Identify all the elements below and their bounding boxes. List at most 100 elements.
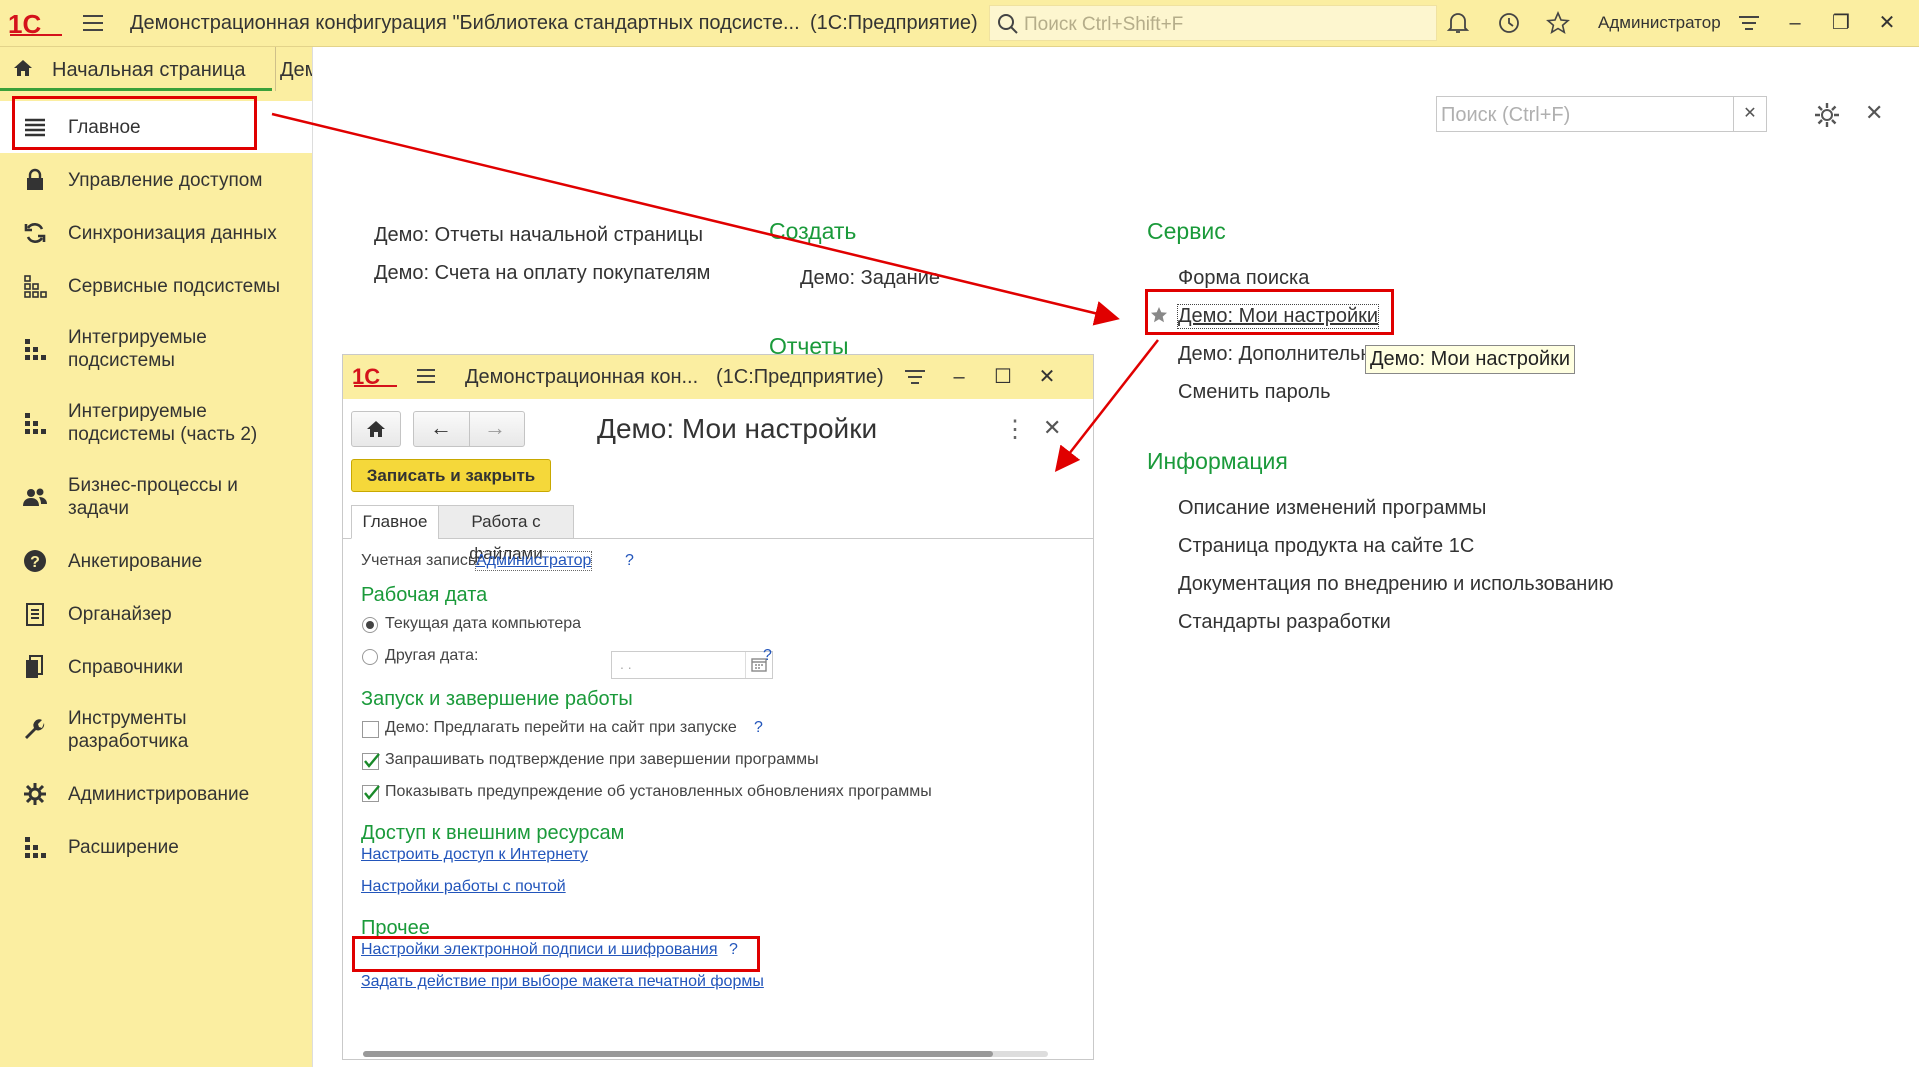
favorites-star-icon[interactable] <box>1545 10 1571 36</box>
sidebar-item-access[interactable]: Управление доступом <box>0 154 312 206</box>
sidebar-item-catalogs[interactable]: Справочники <box>0 641 312 693</box>
link-change-password[interactable]: Сменить пароль <box>1178 381 1331 404</box>
help-icon[interactable]: ? <box>754 719 763 737</box>
modal-window-title: Демонстрационная кон... <box>465 366 699 388</box>
settings-lines-icon[interactable] <box>1736 10 1762 36</box>
sidebar-item-dev-tools[interactable]: Инструменты разработчика <box>0 694 312 766</box>
radio-current-date[interactable] <box>362 617 378 633</box>
horizontal-scrollbar[interactable] <box>363 1051 1048 1057</box>
link-demo-task[interactable]: Демо: Задание <box>800 267 940 290</box>
title-bar: 1С Демонстрационная конфигурация "Библио… <box>0 0 1919 47</box>
tab-demo[interactable]: Дем <box>275 47 313 91</box>
grid-icon <box>24 275 47 298</box>
home-button[interactable] <box>351 411 401 447</box>
modal-menu-icon[interactable] <box>415 365 437 387</box>
page-search-input[interactable]: Поиск (Ctrl+F) ✕ <box>1436 96 1767 132</box>
sidebar-item-label: Интегрируемые подсистемы (часть 2) <box>68 401 258 445</box>
link-search-form[interactable]: Форма поиска <box>1178 267 1309 290</box>
close-page-icon[interactable]: ✕ <box>1865 100 1883 126</box>
forward-arrow-icon[interactable]: → <box>484 415 506 441</box>
account-label: Учетная запись: <box>361 552 481 569</box>
back-forward-buttons[interactable]: ← → <box>413 411 525 447</box>
link-demo-additional[interactable]: Демо: Дополнительн <box>1178 343 1371 366</box>
global-search-input[interactable]: Поиск Ctrl+Shift+F <box>989 5 1437 41</box>
sidebar-item-label: Бизнес-процессы и задачи <box>68 475 238 519</box>
maximize-icon[interactable]: ☐ <box>991 365 1015 389</box>
sidebar-item-label: Сервисные подсистемы <box>68 276 280 297</box>
bell-icon[interactable] <box>1445 10 1471 36</box>
svg-text:1С: 1С <box>8 9 41 38</box>
save-and-close-button[interactable]: Записать и закрыть <box>351 459 551 492</box>
restore-icon[interactable]: ❐ <box>1828 10 1854 36</box>
tab-files[interactable]: Работа с файлами <box>438 505 574 563</box>
wrench-icon <box>25 719 45 739</box>
link-demo-reports[interactable]: Демо: Отчеты начальной страницы <box>374 224 703 247</box>
link-print-form-action[interactable]: Задать действие при выборе макета печатн… <box>361 973 764 991</box>
gear-icon[interactable] <box>1812 100 1842 130</box>
sidebar-item-label: Расширение <box>68 837 179 858</box>
link-dev-standards[interactable]: Стандарты разработки <box>1178 611 1391 634</box>
info-heading: Информация <box>1147 448 1288 474</box>
users-icon <box>23 488 47 506</box>
gear-icon <box>24 783 46 805</box>
sidebar-item-label: Справочники <box>68 657 184 678</box>
sync-icon <box>24 223 46 243</box>
tab-demo-label: Дем <box>280 59 313 81</box>
sidebar-item-service[interactable]: Сервисные подсистемы <box>0 260 312 312</box>
checkbox-confirm-exit-label: Запрашивать подтверждение при завершении… <box>385 751 819 768</box>
sidebar-item-administration[interactable]: Администрирование <box>0 768 312 820</box>
other-date-field[interactable]: . . <box>611 651 773 679</box>
checkbox-confirm-exit[interactable] <box>362 753 380 770</box>
main-menu-icon[interactable] <box>80 10 106 36</box>
minimize-icon[interactable]: – <box>1782 10 1808 36</box>
sidebar-item-business-processes[interactable]: Бизнес-процессы и задачи <box>0 461 312 533</box>
link-product-page[interactable]: Страница продукта на сайте 1С <box>1178 535 1474 558</box>
tab-main[interactable]: Главное <box>351 505 439 539</box>
checkbox-demo-site-label: Демо: Предлагать перейти на сайт при зап… <box>385 719 737 736</box>
scrollbar-thumb[interactable] <box>363 1051 993 1057</box>
close-form-icon[interactable]: ✕ <box>1043 415 1061 441</box>
current-user[interactable]: Администратор <box>1598 13 1721 33</box>
history-icon[interactable] <box>1496 10 1522 36</box>
radio-current-date-label: Текущая дата компьютера <box>385 615 582 632</box>
minimize-icon[interactable]: – <box>947 365 971 389</box>
sidebar-item-organizer[interactable]: Органайзер <box>0 588 312 640</box>
account-link[interactable]: Администратор <box>474 551 593 571</box>
1c-logo-icon: 1С <box>352 364 397 389</box>
link-changes[interactable]: Описание изменений программы <box>1178 497 1486 520</box>
help-icon[interactable]: ? <box>625 552 634 570</box>
checkbox-update-warning[interactable] <box>362 785 380 802</box>
close-window-icon[interactable]: ✕ <box>1035 365 1059 389</box>
1c-logo-icon[interactable]: 1С <box>6 8 66 38</box>
close-window-icon[interactable]: ✕ <box>1874 10 1900 36</box>
home-icon <box>14 60 32 76</box>
tab-home-page[interactable]: Начальная страница <box>0 47 272 91</box>
sidebar-item-sync[interactable]: Синхронизация данных <box>0 207 312 259</box>
sidebar-item-surveys[interactable]: ? Анкетирование <box>0 535 312 587</box>
back-arrow-icon[interactable]: ← <box>430 415 452 441</box>
link-internet-access[interactable]: Настроить доступ к Интернету <box>361 846 588 864</box>
checkbox-demo-site[interactable] <box>362 721 379 738</box>
blocks-icon <box>25 837 46 858</box>
link-demo-invoices[interactable]: Демо: Счета на оплату покупателям <box>374 262 710 285</box>
sidebar-item-label: Анкетирование <box>68 551 203 572</box>
link-mail-settings[interactable]: Настройки работы с почтой <box>361 878 566 896</box>
sidebar-item-extensions[interactable]: Расширение <box>0 821 312 873</box>
global-search-placeholder: Поиск Ctrl+Shift+F <box>1024 14 1184 35</box>
create-heading: Создать <box>769 218 857 244</box>
app-title-suffix: (1С:Предприятие) <box>810 12 978 34</box>
link-documentation[interactable]: Документация по внедрению и использовани… <box>1178 573 1614 596</box>
books-icon <box>26 655 43 678</box>
sidebar-item-integrated[interactable]: Интегрируемые подсистемы <box>0 313 312 385</box>
more-actions-icon[interactable]: ⋮ <box>1003 415 1027 444</box>
highlight-digital-signature <box>352 936 760 972</box>
help-icon[interactable]: ? <box>763 647 772 665</box>
radio-other-date[interactable] <box>362 649 378 665</box>
clear-search-icon[interactable]: ✕ <box>1733 97 1766 131</box>
home-icon <box>367 421 385 437</box>
sidebar-item-integrated-2[interactable]: Интегрируемые подсистемы (часть 2) <box>0 387 312 459</box>
settings-lines-icon[interactable] <box>903 365 927 389</box>
app-title: Демонстрационная конфигурация "Библиотек… <box>130 12 800 34</box>
radio-other-date-label: Другая дата: <box>385 647 479 664</box>
checkbox-update-warning-label: Показывать предупреждение об установленн… <box>385 783 932 800</box>
